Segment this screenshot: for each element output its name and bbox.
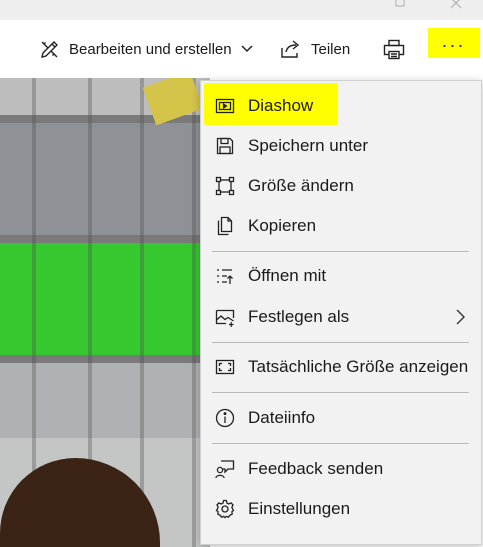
menu-item-copy[interactable]: Kopieren [201, 206, 481, 246]
more-options-button[interactable]: ... [428, 28, 480, 58]
menu-item-label: Dateiinfo [248, 408, 316, 427]
menu-item-resize[interactable]: Größe ändern [201, 166, 481, 206]
menu-separator [212, 342, 469, 343]
settings-icon [215, 499, 235, 519]
close-icon[interactable] [446, 0, 466, 12]
photo-background [0, 78, 210, 547]
set-as-icon [215, 307, 235, 327]
menu-item-save-as[interactable]: Speichern unter [201, 126, 481, 166]
feedback-icon [215, 459, 235, 479]
pen-ruler-icon [39, 39, 60, 60]
resize-icon [215, 176, 235, 196]
menu-item-set-as[interactable]: Festlegen als [201, 297, 481, 337]
menu-item-slideshow[interactable]: Diashow [201, 86, 481, 126]
slideshow-icon [215, 96, 235, 116]
menu-item-settings[interactable]: Einstellungen [201, 489, 481, 529]
edit-create-label: Bearbeiten und erstellen [69, 40, 232, 58]
menu-item-label: Tatsächliche Größe anzeigen [248, 357, 469, 376]
menu-item-label: Diashow [248, 96, 314, 115]
menu-separator [212, 443, 469, 444]
menu-item-label: Kopieren [248, 216, 317, 235]
toolbar: Bearbeiten und erstellen Teilen ... [0, 20, 483, 78]
menu-separator [212, 392, 469, 393]
open-with-icon [215, 266, 235, 286]
restore-icon[interactable] [390, 0, 410, 12]
share-button[interactable]: Teilen [280, 20, 350, 78]
share-label: Teilen [311, 40, 351, 58]
chevron-down-icon [241, 45, 253, 53]
menu-item-file-info[interactable]: Dateiinfo [201, 398, 481, 438]
share-icon [280, 39, 301, 59]
menu-item-label: Feedback senden [248, 459, 384, 478]
menu-item-actual-size[interactable]: Tatsächliche Größe anzeigen [201, 347, 481, 387]
edit-create-button[interactable]: Bearbeiten und erstellen [39, 20, 253, 78]
chevron-right-icon [453, 309, 467, 325]
print-button[interactable] [383, 20, 405, 78]
menu-item-label: Festlegen als [248, 307, 350, 326]
menu-item-label: Öffnen mit [248, 266, 327, 285]
menu-item-send-feedback[interactable]: Feedback senden [201, 449, 481, 489]
copy-icon [215, 216, 235, 236]
save-icon [215, 136, 235, 156]
actual-size-icon [215, 357, 235, 377]
menu-item-label: Speichern unter [248, 136, 369, 155]
more-options-menu: Diashow Speichern unter Größe ändern Kop… [200, 80, 482, 545]
info-icon [215, 408, 235, 428]
menu-item-open-with[interactable]: Öffnen mit [201, 256, 481, 296]
menu-item-label: Einstellungen [248, 499, 351, 518]
printer-icon [383, 39, 405, 60]
more-options-label: ... [441, 31, 466, 51]
menu-item-label: Größe ändern [248, 176, 354, 195]
title-bar [0, 0, 483, 20]
menu-separator [212, 251, 469, 252]
